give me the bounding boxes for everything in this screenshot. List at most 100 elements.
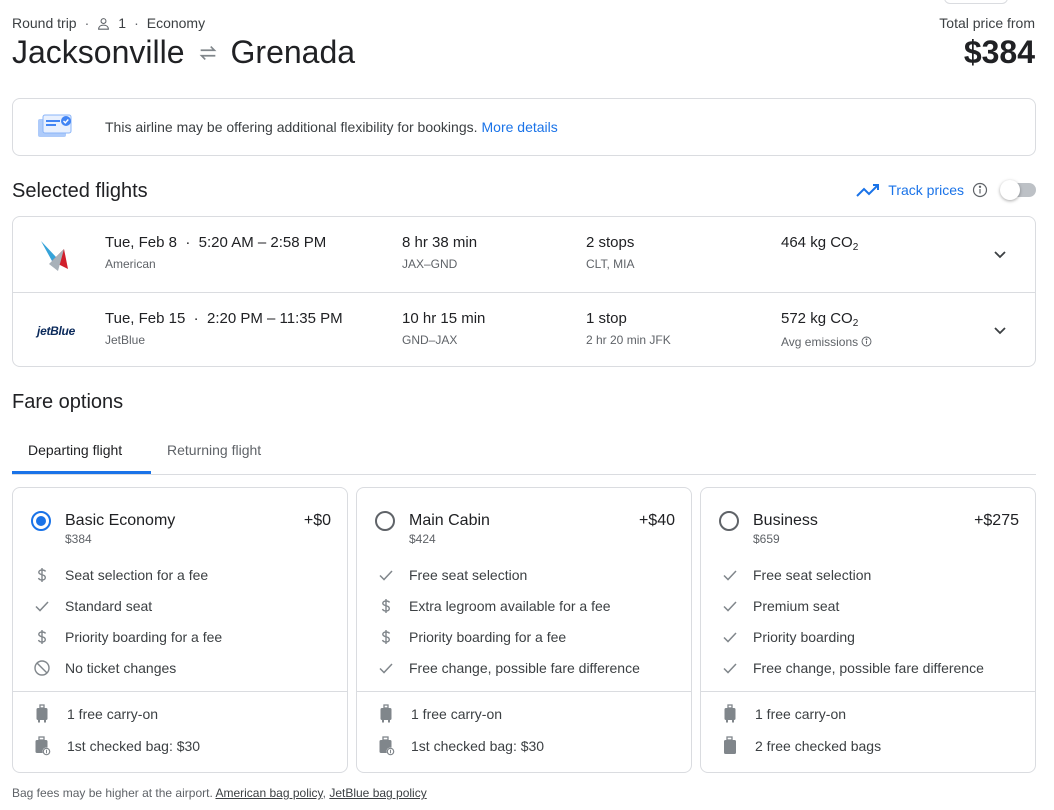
dollar-icon <box>33 628 51 646</box>
check-icon <box>721 597 739 615</box>
total-price-label: Total price from <box>939 15 1035 31</box>
fare-feature: Free seat selection <box>377 566 527 584</box>
bag-allowance-text: 1 free carry-on <box>411 706 503 722</box>
bag-allowance: 1st checked bag: $30 <box>377 736 544 756</box>
divider <box>701 691 1035 692</box>
checked-bag-fee-icon <box>33 736 51 756</box>
flight-times: Tue, Feb 15 · 2:20 PM – 11:35 PM JetBlue <box>105 310 343 347</box>
fare-radio-basic-economy[interactable] <box>31 511 51 531</box>
fare-price-difference: +$40 <box>638 512 675 529</box>
no-icon <box>33 659 51 677</box>
airport-route: JAX–GND <box>402 257 458 271</box>
track-prices-toggle[interactable] <box>1000 180 1036 200</box>
info-icon[interactable] <box>972 182 988 198</box>
track-prices[interactable]: Track prices <box>856 180 1036 200</box>
banner-text: This airline may be offering additional … <box>105 119 478 135</box>
more-details-link[interactable]: More details <box>482 119 558 135</box>
chevron-down-icon[interactable] <box>991 245 1009 263</box>
co2-subscript: 2 <box>852 242 859 253</box>
flight-duration: 8 hr 38 min JAX–GND <box>402 234 477 271</box>
bag-allowance-text: 1st checked bag: $30 <box>411 738 545 754</box>
trend-icon <box>856 184 880 197</box>
fare-base-price: $659 <box>753 532 780 546</box>
bag-allowance: 1 free carry-on <box>721 704 846 724</box>
fare-name: Business <box>753 512 818 529</box>
bag-allowance-text: 1 free carry-on <box>755 706 847 722</box>
fare-feature: Free change, possible fare difference <box>721 659 984 677</box>
fare-feature-text: Free seat selection <box>753 567 872 583</box>
fare-feature-text: Priority boarding <box>753 629 855 645</box>
selected-flights-heading: Selected flights <box>12 180 148 202</box>
top-menu-button-edge[interactable] <box>944 0 1008 4</box>
fare-feature: Priority boarding <box>721 628 855 646</box>
tab-returning-flight[interactable]: Returning flight <box>167 442 261 458</box>
separator: · <box>134 15 139 31</box>
route-title: Jacksonville Grenada <box>12 34 355 71</box>
info-icon[interactable] <box>861 336 872 347</box>
dollar-icon <box>33 566 51 584</box>
fare-feature: Priority boarding for a fee <box>33 628 222 646</box>
duration-value: 8 hr 38 min <box>402 234 478 251</box>
fare-card-business[interactable]: Business $659 +$275 Free seat selection Prem… <box>700 487 1036 773</box>
bag-allowance-text: 1st checked bag: $30 <box>67 738 201 754</box>
american-bag-policy-link[interactable]: American bag policy <box>215 786 322 800</box>
destination-city: Grenada <box>230 34 356 70</box>
flight-row-outbound[interactable]: Tue, Feb 8 · 5:20 AM – 2:58 PM American … <box>13 217 1035 292</box>
check-icon <box>33 597 51 615</box>
fare-radio-business[interactable] <box>719 511 739 531</box>
fare-feature-text: Priority boarding for a fee <box>65 629 223 645</box>
bag-allowance: 1 free carry-on <box>33 704 158 724</box>
bag-allowance: 2 free checked bags <box>721 736 881 756</box>
fare-name: Main Cabin <box>409 512 490 529</box>
flight-date: Tue, Feb 15 <box>105 310 186 327</box>
fare-feature-text: Premium seat <box>753 598 840 614</box>
fare-feature: Free change, possible fare difference <box>377 659 640 677</box>
check-icon <box>721 566 739 584</box>
check-icon <box>377 659 395 677</box>
carry-on-icon <box>721 704 739 724</box>
bag-allowance: 1 free carry-on <box>377 704 502 724</box>
carry-on-icon <box>33 704 51 724</box>
fare-base-price: $424 <box>409 532 436 546</box>
fare-feature: Extra legroom available for a fee <box>377 597 611 615</box>
fare-card-main-cabin[interactable]: Main Cabin $424 +$40 Free seat selection Ext… <box>356 487 692 773</box>
check-icon <box>377 566 395 584</box>
dollar-icon <box>377 597 395 615</box>
checked-bag-icon <box>721 736 739 756</box>
flight-emissions: 572 kg CO2 Avg emissions <box>781 310 872 349</box>
fare-base-price: $384 <box>65 532 92 546</box>
emissions-note: Avg emissions <box>781 335 859 349</box>
fare-price-difference: +$275 <box>974 512 1019 529</box>
fare-card-basic-economy[interactable]: Basic Economy $384 +$0 Seat selection for a… <box>12 487 348 773</box>
flight-emissions: 464 kg CO2 <box>781 234 858 253</box>
flexibility-banner: This airline may be offering additional … <box>12 98 1036 156</box>
check-icon <box>721 628 739 646</box>
fare-feature: Free seat selection <box>721 566 871 584</box>
person-icon <box>98 17 110 30</box>
trip-summary: Round trip · 1 · Economy <box>12 15 205 31</box>
fare-feature-text: Free seat selection <box>409 567 528 583</box>
flight-time-range: 5:20 AM – 2:58 PM <box>198 234 327 251</box>
track-prices-label[interactable]: Track prices <box>888 182 964 198</box>
active-tab-indicator <box>12 471 151 474</box>
passenger-count: 1 <box>118 15 127 31</box>
jetblue-bag-policy-link[interactable]: JetBlue bag policy <box>329 786 426 800</box>
chevron-down-icon[interactable] <box>991 321 1009 339</box>
fare-feature-text: No ticket changes <box>65 660 177 676</box>
fare-feature: Priority boarding for a fee <box>377 628 566 646</box>
airline-name: American <box>105 257 156 271</box>
trip-type: Round trip <box>12 15 77 31</box>
flight-stops: 1 stop 2 hr 20 min JFK <box>586 310 671 347</box>
separator: , <box>322 786 326 800</box>
swap-arrows-icon <box>199 45 216 60</box>
tab-departing-flight[interactable]: Departing flight <box>28 442 122 458</box>
selected-flights-card: Tue, Feb 8 · 5:20 AM – 2:58 PM American … <box>12 216 1036 367</box>
flight-row-return[interactable]: jetBlue Tue, Feb 15 · 2:20 PM – 11:35 PM… <box>13 292 1035 367</box>
fare-radio-main-cabin[interactable] <box>375 511 395 531</box>
separator: · <box>84 15 90 31</box>
american-airlines-logo <box>37 236 75 274</box>
fare-feature: Standard seat <box>33 597 152 615</box>
fare-feature-text: Free change, possible fare difference <box>409 660 640 676</box>
total-price: $384 <box>963 34 1035 70</box>
duration-value: 10 hr 15 min <box>402 310 486 327</box>
